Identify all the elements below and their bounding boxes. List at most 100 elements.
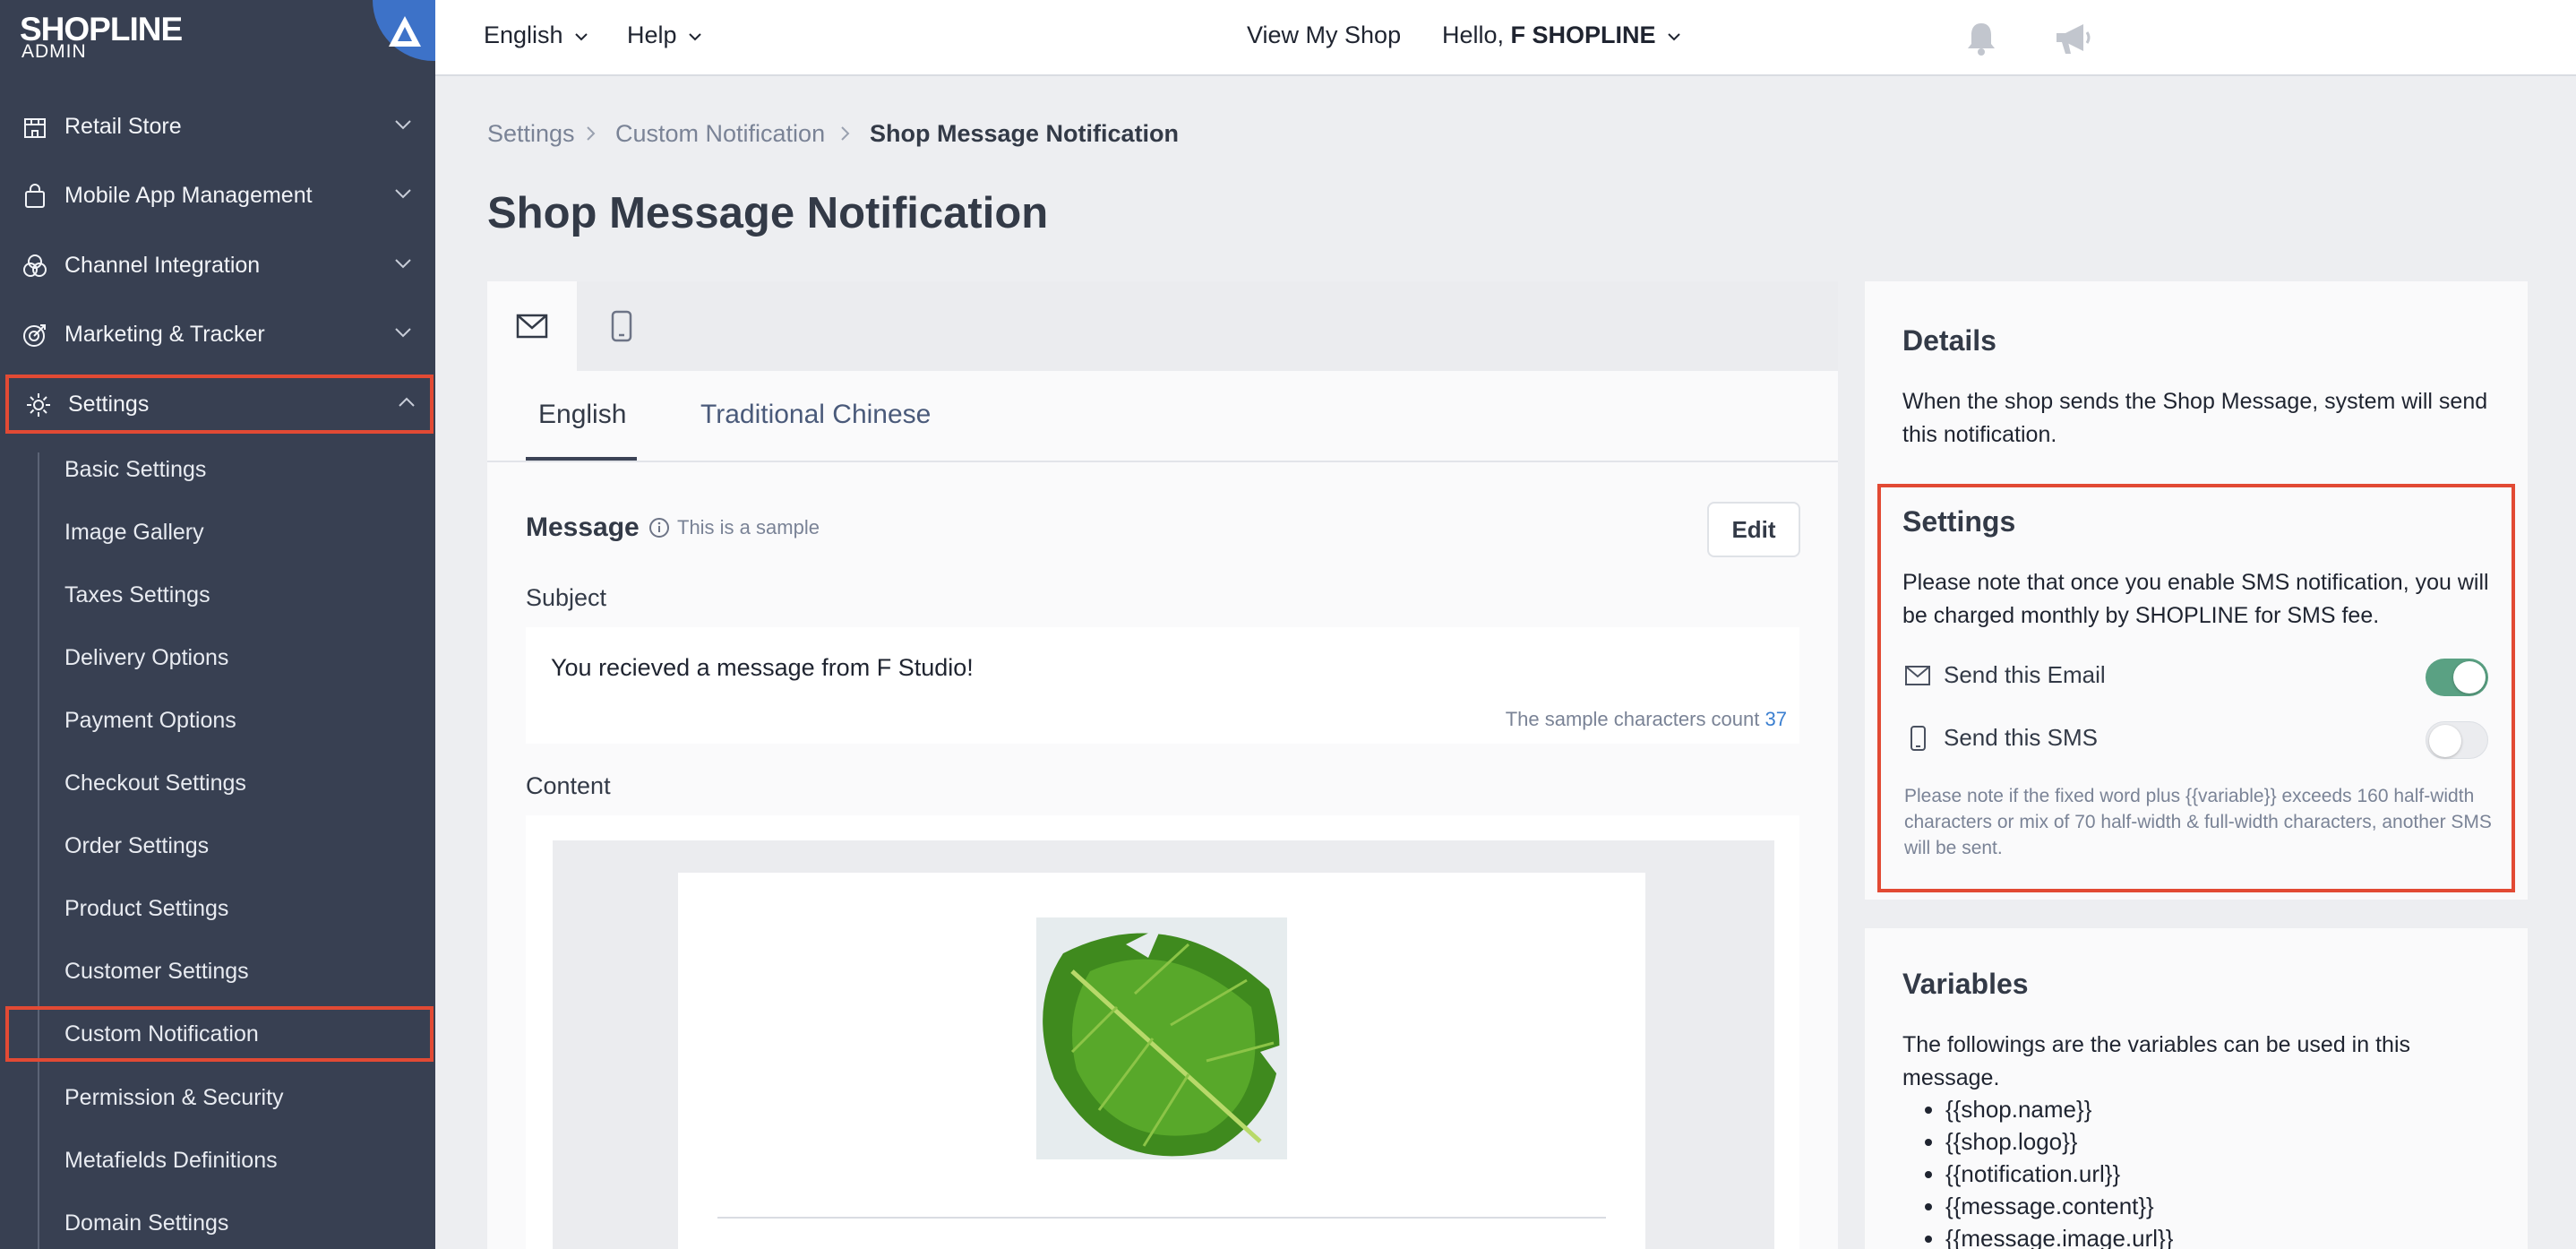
greeting-text: Hello,	[1442, 22, 1505, 48]
tab-sms[interactable]	[577, 281, 666, 371]
tab-email[interactable]	[487, 281, 577, 371]
variable-item: {{message.image.url}}	[1945, 1222, 2173, 1249]
sidebar-item-label: Mobile App Management	[64, 182, 313, 208]
sidebar-subitem-customer-settings[interactable]: Customer Settings	[64, 953, 249, 989]
edit-button[interactable]: Edit	[1707, 502, 1800, 557]
variables-text: The followings are the variables can be …	[1902, 1032, 2410, 1090]
sidebar-subitem-metafields[interactable]: Metafields Definitions	[64, 1142, 278, 1178]
variable-item: {{shop.name}}	[1945, 1093, 2173, 1125]
send-email-row: Send this Email	[1904, 661, 2106, 689]
gear-icon	[27, 393, 50, 417]
envelope-icon	[516, 314, 548, 339]
breadcrumb-current: Shop Message Notification	[870, 120, 1180, 147]
monstera-leaf-image	[1036, 917, 1287, 1159]
language-label: English	[484, 22, 563, 48]
sidebar-subitem-checkout-settings[interactable]: Checkout Settings	[64, 765, 246, 801]
brand[interactable]: SHOPLINE ADMIN	[0, 0, 435, 76]
mobile-phone-icon	[611, 310, 632, 342]
variable-item: {{shop.logo}}	[1945, 1125, 2173, 1158]
page-title: Shop Message Notification	[487, 189, 1049, 237]
chevron-down-icon	[395, 189, 411, 199]
email-preview-frame	[553, 840, 1774, 1249]
channel-tabs	[487, 281, 1838, 371]
subject-label: Subject	[526, 584, 607, 611]
sidebar-item-mobile-app[interactable]: Mobile App Management	[0, 166, 435, 225]
help-label: Help	[627, 22, 677, 48]
chevron-right-icon	[841, 126, 850, 141]
sidebar-item-label: Retail Store	[64, 113, 182, 139]
sidebar-item-label: Channel Integration	[64, 252, 261, 278]
chevron-down-icon	[575, 33, 588, 41]
chevron-down-icon	[1668, 33, 1680, 41]
send-email-label: Send this Email	[1944, 661, 2106, 688]
sidebar-subitem-domain-settings[interactable]: Domain Settings	[64, 1205, 228, 1241]
send-sms-row: Send this SMS	[1904, 724, 2098, 752]
sidebar-subitem-delivery-options[interactable]: Delivery Options	[64, 640, 228, 676]
breadcrumb-custom-notification[interactable]: Custom Notification	[615, 120, 825, 148]
sidebar-subitem-custom-notification[interactable]: Custom Notification	[5, 1006, 434, 1062]
brand-badge	[373, 0, 435, 61]
variable-item: {{message.content}}	[1945, 1190, 2173, 1222]
content-preview	[526, 815, 1799, 1249]
sidebar-subitem-payment-options[interactable]: Payment Options	[64, 702, 236, 738]
user-menu[interactable]: Hello, F SHOPLINE	[1442, 22, 1680, 49]
target-icon	[23, 324, 46, 347]
brand-subtitle: ADMIN	[21, 41, 87, 62]
mobile-phone-icon	[1911, 725, 1926, 751]
sidebar-item-marketing[interactable]: Marketing & Tracker	[0, 305, 435, 364]
channels-icon	[23, 254, 47, 277]
message-heading: Message	[526, 513, 640, 542]
sidebar-item-label: Settings	[68, 391, 150, 417]
view-my-shop-link[interactable]: View My Shop	[1247, 22, 1401, 49]
send-sms-toggle[interactable]	[2426, 721, 2488, 759]
sidebar-subitem-order-settings[interactable]: Order Settings	[64, 828, 209, 864]
tabs-divider	[487, 461, 1838, 462]
sidebar-subitem-taxes-settings[interactable]: Taxes Settings	[64, 577, 210, 613]
sidebar-subitem-basic-settings[interactable]: Basic Settings	[64, 452, 206, 487]
megaphone-icon[interactable]	[2053, 20, 2094, 57]
details-text: When the shop sends the Shop Message, sy…	[1902, 389, 2488, 447]
send-sms-label: Send this SMS	[1944, 724, 2098, 751]
tab-english[interactable]: English	[538, 400, 626, 430]
mountain-logo-icon	[389, 16, 421, 47]
email-divider	[717, 1217, 1606, 1219]
sidebar-subitem-permission-security[interactable]: Permission & Security	[64, 1080, 284, 1115]
character-count-label: The sample characters count	[1505, 708, 1760, 730]
bell-icon[interactable]	[1963, 20, 1999, 57]
shop-logo-image	[1036, 917, 1287, 1159]
sidebar: SHOPLINE ADMIN Retail Store Mobile App M…	[0, 0, 435, 1249]
toggle-knob	[2429, 725, 2461, 757]
user-name: F SHOPLINE	[1510, 22, 1656, 48]
sample-note: This is a sample	[648, 516, 820, 539]
chevron-down-icon	[395, 328, 411, 338]
sidebar-item-label: Marketing & Tracker	[64, 321, 265, 347]
help-dropdown[interactable]: Help	[627, 22, 701, 49]
sidebar-item-retail-store[interactable]: Retail Store	[0, 97, 435, 156]
character-count-value: 37	[1765, 708, 1787, 730]
sample-note-text: This is a sample	[677, 516, 820, 538]
toggle-knob	[2453, 661, 2486, 693]
top-bar: English Help View My Shop Hello, F SHOPL…	[435, 0, 2576, 76]
send-email-toggle[interactable]	[2426, 659, 2488, 696]
submenu-guide-line	[38, 452, 39, 1249]
chevron-right-icon	[587, 126, 596, 141]
sidebar-item-settings[interactable]: Settings	[5, 375, 434, 434]
shopping-bag-icon	[25, 184, 45, 208]
subject-preview: You recieved a message from F Studio! Th…	[526, 627, 1799, 744]
subject-text: You recieved a message from F Studio!	[551, 654, 974, 681]
chevron-down-icon	[395, 259, 411, 269]
language-dropdown[interactable]: English	[484, 22, 588, 49]
store-icon	[24, 118, 46, 138]
email-preview-body	[678, 873, 1645, 1249]
sidebar-item-channel-integration[interactable]: Channel Integration	[0, 236, 435, 295]
envelope-icon	[1905, 665, 1930, 685]
variable-item: {{notification.url}}	[1945, 1158, 2173, 1190]
tab-traditional-chinese[interactable]: Traditional Chinese	[700, 400, 931, 430]
chevron-down-icon	[395, 120, 411, 130]
sidebar-subitem-product-settings[interactable]: Product Settings	[64, 891, 228, 926]
breadcrumb-settings[interactable]: Settings	[487, 120, 575, 148]
character-count: The sample characters count 37	[1506, 708, 1787, 731]
sidebar-subitem-image-gallery[interactable]: Image Gallery	[64, 514, 204, 550]
details-title: Details	[1902, 324, 1996, 357]
variables-list: {{shop.name}} {{shop.logo}} {{notificati…	[1945, 1093, 2173, 1249]
